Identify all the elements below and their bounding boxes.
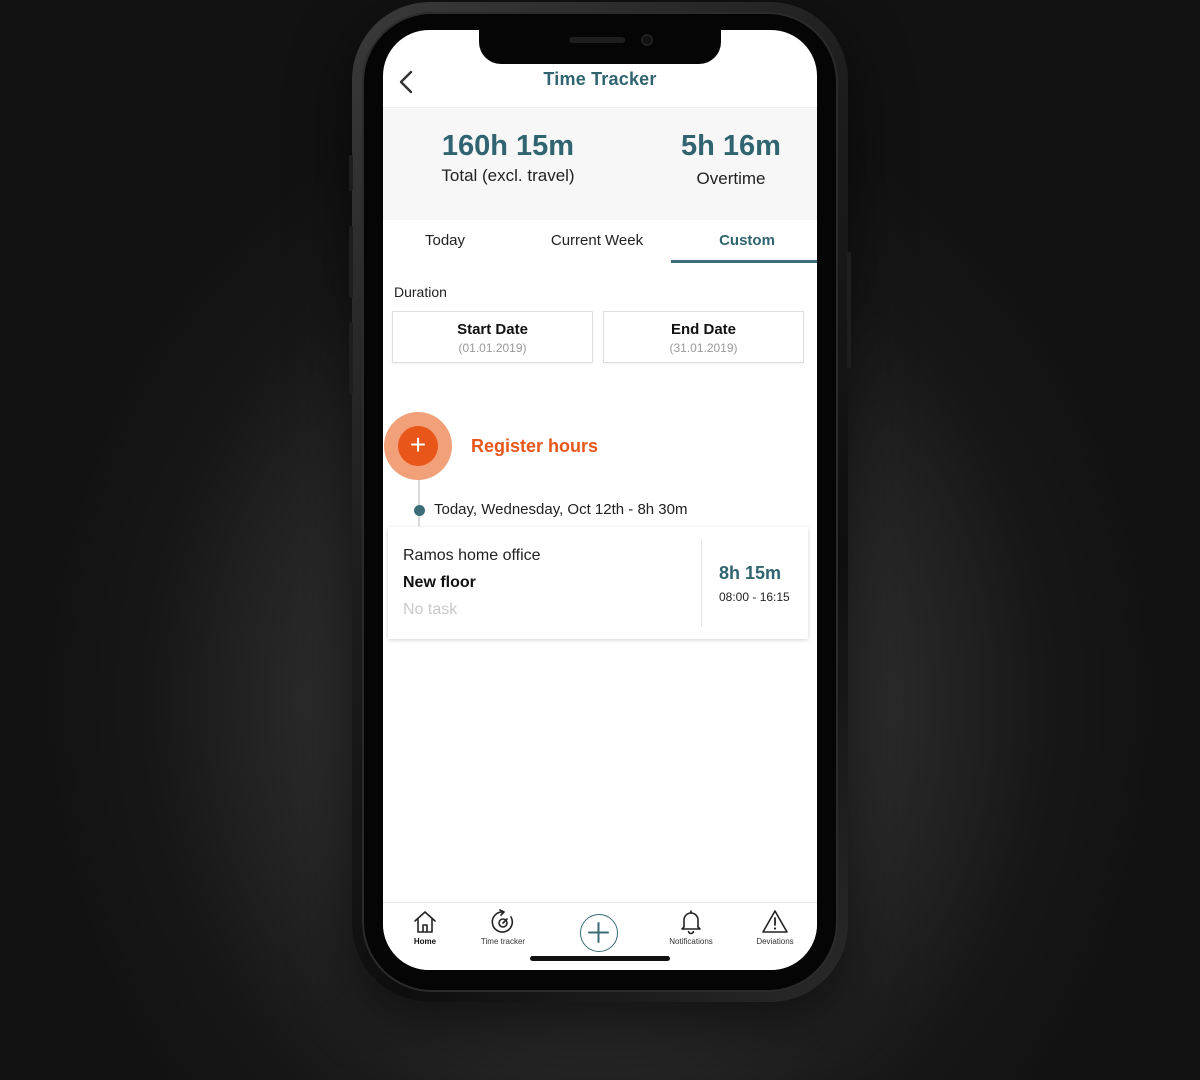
start-date-picker[interactable]: Start Date (01.01.2019) bbox=[392, 311, 593, 363]
timeline-dot bbox=[414, 505, 425, 516]
nav-time-tracker-label: Time tracker bbox=[480, 937, 526, 946]
end-date-title: End Date bbox=[670, 321, 736, 338]
entry-task: No task bbox=[403, 601, 458, 618]
entry-task-name: New floor bbox=[403, 574, 476, 591]
entry-duration: 8h 15m bbox=[719, 563, 782, 583]
duration-label: Duration bbox=[394, 284, 447, 300]
day-summary-label: Today, Wednesday, Oct 12th - 8h 30m bbox=[434, 501, 688, 518]
register-hours-button[interactable]: + bbox=[398, 426, 438, 466]
overtime-label: Overtime bbox=[696, 169, 766, 188]
end-date-value: (31.01.2019) bbox=[669, 341, 738, 355]
front-camera bbox=[641, 34, 653, 46]
overtime-summary: 5h 16m Overtime bbox=[661, 130, 801, 189]
nav-deviations[interactable]: Deviations bbox=[747, 909, 803, 946]
nav-add-button[interactable] bbox=[580, 914, 618, 952]
total-value: 160h 15m bbox=[441, 130, 575, 162]
volume-down-button bbox=[349, 322, 353, 394]
page-title: Time Tracker bbox=[543, 69, 657, 89]
timeline-line bbox=[418, 480, 420, 526]
time-entry-card[interactable]: Ramos home office New floor No task 8h 1… bbox=[388, 527, 808, 639]
end-date-picker[interactable]: End Date (31.01.2019) bbox=[603, 311, 804, 363]
start-date-value: (01.01.2019) bbox=[458, 341, 527, 355]
active-tab-indicator bbox=[671, 260, 817, 263]
register-hours-label[interactable]: Register hours bbox=[471, 436, 598, 457]
nav-home-label: Home bbox=[413, 937, 437, 946]
volume-up-button bbox=[349, 226, 353, 298]
summary-panel: 160h 15m Total (excl. travel) 5h 16m Ove… bbox=[383, 108, 817, 220]
mute-switch bbox=[349, 155, 353, 191]
total-label: Total (excl. travel) bbox=[441, 166, 575, 185]
time-tracker-icon bbox=[491, 909, 514, 933]
speaker bbox=[569, 37, 625, 43]
app-header: Time Tracker bbox=[383, 66, 817, 108]
tab-custom[interactable]: Custom bbox=[683, 232, 811, 249]
nav-notifications[interactable]: Notifications bbox=[657, 909, 725, 946]
overtime-value: 5h 16m bbox=[681, 130, 781, 162]
entry-divider bbox=[701, 539, 702, 627]
phone-screen: Time Tracker 160h 15m Total (excl. trave… bbox=[383, 30, 817, 970]
nav-deviations-label: Deviations bbox=[756, 937, 794, 946]
tab-current-week[interactable]: Current Week bbox=[529, 232, 665, 249]
entry-time-range: 08:00 - 16:15 bbox=[719, 590, 790, 604]
entry-project: Ramos home office bbox=[403, 547, 541, 564]
tab-today[interactable]: Today bbox=[395, 232, 495, 249]
total-summary: 160h 15m Total (excl. travel) bbox=[415, 130, 601, 186]
nav-time-tracker[interactable]: Time tracker bbox=[471, 909, 535, 946]
nav-notifications-label: Notifications bbox=[669, 937, 713, 946]
home-icon bbox=[414, 911, 436, 933]
bell-icon bbox=[681, 910, 701, 935]
notch bbox=[479, 30, 721, 64]
plus-icon bbox=[588, 922, 609, 943]
home-indicator bbox=[530, 956, 670, 961]
power-button bbox=[847, 252, 851, 368]
start-date-title: Start Date bbox=[457, 321, 528, 338]
period-tabs: Today Current Week Custom bbox=[383, 222, 817, 264]
warning-icon bbox=[762, 910, 788, 933]
nav-home[interactable]: Home bbox=[401, 909, 449, 946]
